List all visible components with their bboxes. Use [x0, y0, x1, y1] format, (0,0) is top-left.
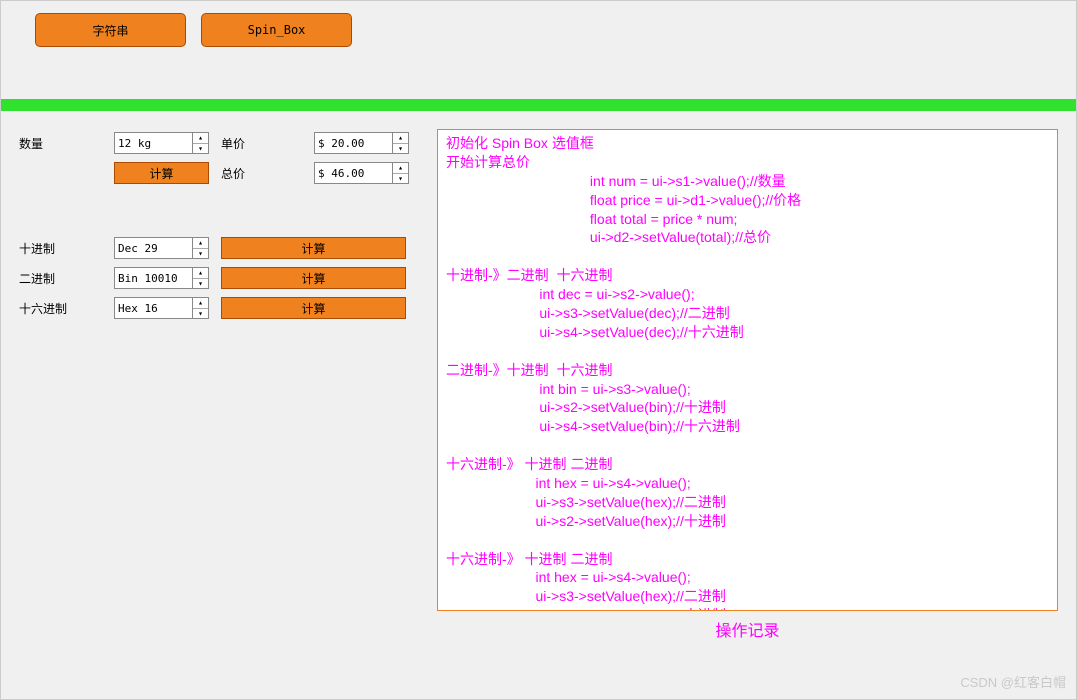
right-panel: 初始化 Spin Box 选值框 开始计算总价 int num = ui->s1… [437, 129, 1058, 641]
app-window: 字符串 Spin_Box 数量 12 kg ▴▾ 单价 $ 20.00 ▴▾ 计… [0, 0, 1077, 700]
hex-label: 十六进制 [19, 300, 114, 317]
quantity-label: 数量 [19, 135, 114, 152]
totalprice-label: 总价 [209, 165, 314, 182]
bin-calc-button[interactable]: 计算 [221, 267, 406, 289]
spin-arrows[interactable]: ▴▾ [192, 268, 208, 288]
left-panel: 数量 12 kg ▴▾ 单价 $ 20.00 ▴▾ 计算 总价 $ 46.00 … [19, 129, 419, 641]
arrow-down-icon[interactable]: ▾ [393, 174, 408, 184]
arrow-up-icon[interactable]: ▴ [193, 133, 208, 144]
hex-value: Hex 16 [115, 302, 192, 315]
arrow-up-icon[interactable]: ▴ [193, 298, 208, 309]
spin-arrows[interactable]: ▴▾ [192, 238, 208, 258]
dec-value: Dec 29 [115, 242, 192, 255]
dec-calc-button[interactable]: 计算 [221, 237, 406, 259]
unitprice-spinbox[interactable]: $ 20.00 ▴▾ [314, 132, 409, 154]
quantity-spinbox[interactable]: 12 kg ▴▾ [114, 132, 209, 154]
quantity-value: 12 kg [115, 137, 192, 150]
arrow-down-icon[interactable]: ▾ [193, 309, 208, 319]
totalprice-value: $ 46.00 [315, 167, 392, 180]
arrow-up-icon[interactable]: ▴ [193, 268, 208, 279]
calc-total-button[interactable]: 计算 [114, 162, 209, 184]
hex-calc-button[interactable]: 计算 [221, 297, 406, 319]
separator-bar [1, 99, 1076, 111]
dec-spinbox[interactable]: Dec 29 ▴▾ [114, 237, 209, 259]
unitprice-label: 单价 [209, 135, 314, 152]
spin-arrows[interactable]: ▴▾ [192, 298, 208, 318]
bin-value: Bin 10010 [115, 272, 192, 285]
arrow-down-icon[interactable]: ▾ [193, 249, 208, 259]
bin-label: 二进制 [19, 270, 114, 287]
top-button-row: 字符串 Spin_Box [1, 1, 1076, 59]
log-footer-label: 操作记录 [437, 611, 1058, 641]
bin-spinbox[interactable]: Bin 10010 ▴▾ [114, 267, 209, 289]
dec-label: 十进制 [19, 240, 114, 257]
arrow-down-icon[interactable]: ▾ [193, 144, 208, 154]
content-area: 数量 12 kg ▴▾ 单价 $ 20.00 ▴▾ 计算 总价 $ 46.00 … [1, 111, 1076, 659]
arrow-up-icon[interactable]: ▴ [193, 238, 208, 249]
hex-spinbox[interactable]: Hex 16 ▴▾ [114, 297, 209, 319]
unitprice-value: $ 20.00 [315, 137, 392, 150]
arrow-up-icon[interactable]: ▴ [393, 133, 408, 144]
arrow-down-icon[interactable]: ▾ [393, 144, 408, 154]
spin-arrows[interactable]: ▴▾ [392, 133, 408, 153]
watermark-text: CSDN @红客白帽 [960, 672, 1066, 691]
log-textarea[interactable]: 初始化 Spin Box 选值框 开始计算总价 int num = ui->s1… [437, 129, 1058, 611]
string-button[interactable]: 字符串 [35, 13, 186, 47]
spinbox-button[interactable]: Spin_Box [201, 13, 352, 47]
spin-arrows[interactable]: ▴▾ [192, 133, 208, 153]
totalprice-spinbox[interactable]: $ 46.00 ▴▾ [314, 162, 409, 184]
spin-arrows[interactable]: ▴▾ [392, 163, 408, 183]
arrow-up-icon[interactable]: ▴ [393, 163, 408, 174]
arrow-down-icon[interactable]: ▾ [193, 279, 208, 289]
